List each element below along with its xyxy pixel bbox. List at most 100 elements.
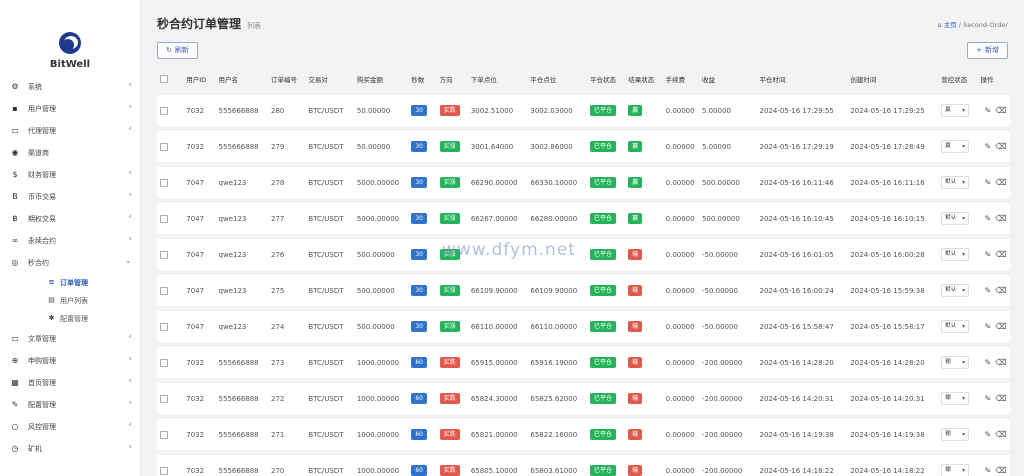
delete-icon[interactable]: ⌫ (995, 250, 1006, 259)
row-checkbox[interactable] (160, 358, 168, 367)
row-checkbox[interactable] (160, 466, 168, 475)
edit-icon[interactable]: ✎ (985, 466, 992, 475)
sidebar-item-7[interactable]: ∞ 永续合约 ‹ (0, 230, 140, 252)
sidebar-item-label: 财务管理 (28, 171, 56, 179)
row-checkbox[interactable] (160, 214, 168, 223)
column-header: 交易对 (305, 68, 354, 90)
control-select[interactable]: 输 (941, 464, 970, 476)
row-checkbox[interactable] (160, 106, 168, 115)
table-row: 7032 555666888 272 BTC/USDT 1000.00000 60 买跌 65… (157, 383, 1010, 414)
select-all-checkbox[interactable] (160, 75, 168, 83)
sidebar-item-4[interactable]: ○ 风控管理 ‹ (0, 416, 140, 438)
delete-icon[interactable]: ⌫ (995, 214, 1006, 223)
sidebar-item-3[interactable]: ✎ 配置管理 ‹ (0, 394, 140, 416)
edit-icon[interactable]: ✎ (985, 250, 992, 259)
subnav-item-1[interactable]: ▤ 用户列表 (0, 292, 140, 310)
create-time-cell: 2024-05-16 16:00:28 (847, 239, 939, 270)
control-select[interactable]: 输 (941, 428, 970, 441)
sidebar-item-5[interactable]: ◷ 矿机 ‹ (0, 438, 140, 460)
subnav-item-2[interactable]: ✱ 配置管理 (0, 310, 140, 328)
control-select[interactable]: 默认 (941, 284, 970, 297)
sidebar-item-3[interactable]: ◉ 渠道商 (0, 142, 140, 164)
open-price-cell: 65915.00000 (467, 347, 528, 378)
sidebar-item-2[interactable]: ▦ 首页管理 ‹ (0, 372, 140, 394)
delete-icon[interactable]: ⌫ (995, 322, 1006, 331)
refresh-button[interactable]: ↻ 刷新 (157, 41, 198, 59)
edit-icon[interactable]: ✎ (985, 394, 992, 403)
delete-icon[interactable]: ⌫ (995, 286, 1006, 295)
control-select[interactable]: 赢 (941, 140, 970, 153)
edit-icon[interactable]: ✎ (985, 142, 992, 151)
sidebar-item-0[interactable]: ⚙ 系统 ‹ (0, 76, 140, 98)
control-select[interactable]: 默认 (941, 248, 970, 261)
edit-icon[interactable]: ✎ (985, 286, 992, 295)
direction-cell: 买跌 (436, 419, 468, 450)
fee-cell: 0.00000 (662, 275, 699, 306)
sidebar-item-1[interactable]: ▪ 用户管理 ‹ (0, 98, 140, 120)
create-time-cell: 2024-05-16 15:59:38 (847, 275, 939, 306)
row-checkbox[interactable] (160, 142, 168, 151)
edit-icon[interactable]: ✎ (985, 322, 992, 331)
row-checkbox[interactable] (160, 178, 168, 187)
delete-icon[interactable]: ⌫ (995, 178, 1006, 187)
chevron-icon: ‹ (128, 398, 132, 408)
sidebar-item-6[interactable]: ฿ 期权交易 ‹ (0, 208, 140, 230)
edit-icon[interactable]: ✎ (985, 106, 992, 115)
sidebar-item-0[interactable]: ▭ 文章管理 ‹ (0, 328, 140, 350)
result-badge: 输 (628, 465, 643, 476)
pair-cell: BTC/USDT (305, 347, 354, 378)
close-time-cell: 2024-05-16 17:29:19 (756, 131, 848, 162)
control-select[interactable]: 赢 (941, 104, 970, 117)
row-checkbox[interactable] (160, 394, 168, 403)
breadcrumb-home[interactable]: ⌂ 主页 (938, 21, 957, 29)
pair-cell: BTC/USDT (305, 383, 354, 414)
control-cell: 输 (938, 383, 978, 414)
delete-icon[interactable]: ⌫ (995, 106, 1006, 115)
sidebar-item-5[interactable]: B 币币交易 ‹ (0, 186, 140, 208)
edit-icon[interactable]: ✎ (985, 430, 992, 439)
control-select[interactable]: 默认 (941, 176, 970, 189)
order-no-cell: 270 (268, 455, 306, 476)
row-checkbox[interactable] (160, 250, 168, 259)
open-price-cell: 66290.00000 (467, 167, 528, 198)
row-checkbox[interactable] (160, 286, 168, 295)
username-cell: qwe123 (215, 167, 269, 198)
control-cell: 输 (938, 347, 978, 378)
gear-icon: ⚙ (11, 82, 19, 91)
row-checkbox[interactable] (160, 322, 168, 331)
direction-badge: 买跌 (439, 465, 460, 476)
column-header: 操作 (977, 68, 1010, 90)
close-status-cell: 已平仓 (586, 167, 626, 198)
control-cell: 默认 (938, 311, 978, 342)
open-price-cell: 65805.10000 (467, 455, 528, 476)
delete-icon[interactable]: ⌫ (995, 430, 1006, 439)
add-button[interactable]: + 新增 (967, 41, 1008, 59)
delete-icon[interactable]: ⌫ (995, 142, 1006, 151)
subnav-item-0[interactable]: ≡ 订单管理 (0, 274, 140, 292)
sidebar-item-2[interactable]: ▭ 代理管理 ‹ (0, 120, 140, 142)
close-time-cell: 2024-05-16 16:10:45 (756, 203, 848, 234)
delete-icon[interactable]: ⌫ (995, 394, 1006, 403)
control-select[interactable]: 输 (941, 356, 970, 369)
edit-icon[interactable]: ✎ (985, 214, 992, 223)
result-badge: 输 (628, 357, 643, 368)
row-checkbox[interactable] (160, 430, 168, 439)
sidebar-item-4[interactable]: $ 财务管理 ‹ (0, 164, 140, 186)
seconds-badge: 60 (411, 357, 427, 368)
delete-icon[interactable]: ⌫ (995, 358, 1006, 367)
breadcrumb-current: Second-Order (963, 21, 1008, 29)
sidebar-item-1[interactable]: ⊕ 申购管理 ‹ (0, 350, 140, 372)
result-cell: 输 (625, 347, 663, 378)
checkbox-cell (157, 131, 184, 162)
sidebar-item-8[interactable]: ◎ 秒合约 ⌄ (0, 252, 140, 274)
fee-cell: 0.00000 (662, 131, 699, 162)
delete-icon[interactable]: ⌫ (995, 466, 1006, 475)
edit-icon[interactable]: ✎ (985, 358, 992, 367)
control-select[interactable]: 输 (941, 392, 970, 405)
control-select[interactable]: 默认 (941, 212, 970, 225)
pair-cell: BTC/USDT (305, 95, 354, 126)
edit-icon[interactable]: ✎ (985, 178, 992, 187)
control-select[interactable]: 默认 (941, 320, 970, 333)
direction-cell: 买涨 (436, 311, 468, 342)
checkbox-cell (157, 383, 184, 414)
